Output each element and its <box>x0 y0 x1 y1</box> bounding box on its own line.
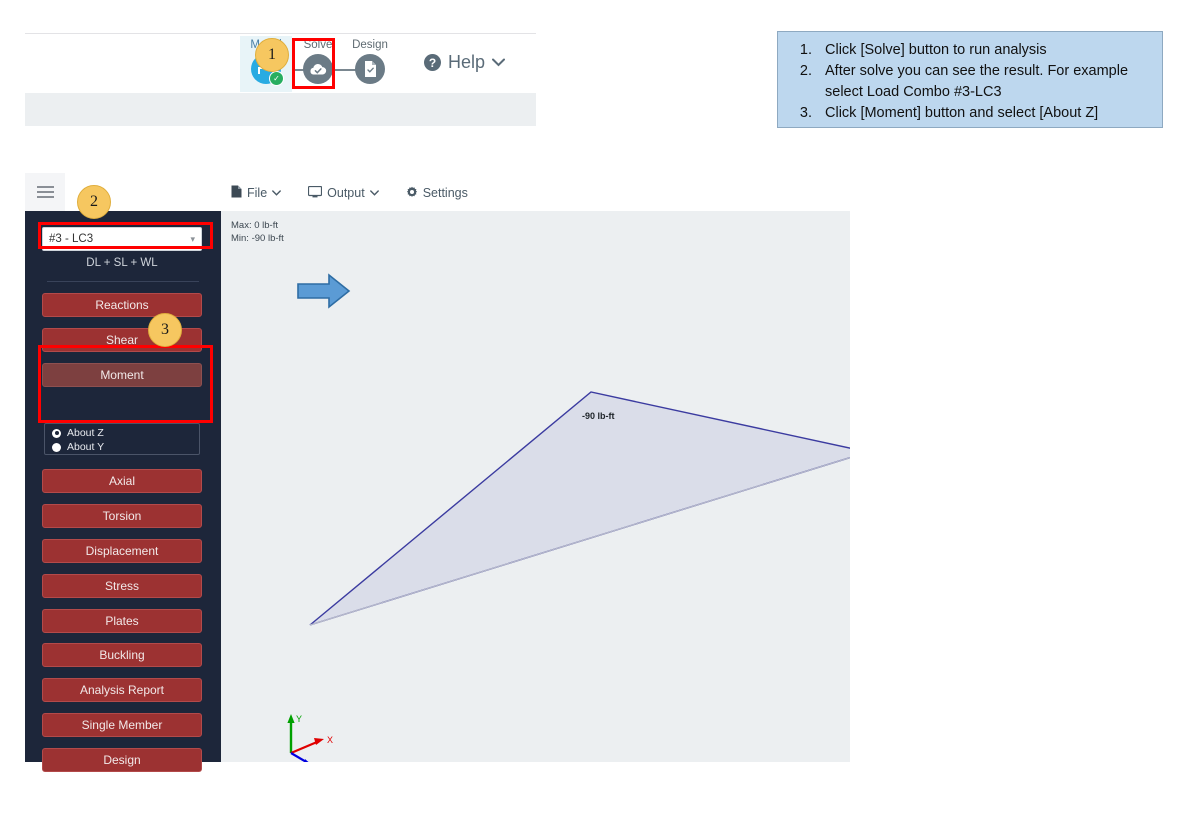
sidebar-btn-moment[interactable]: Moment <box>42 363 202 387</box>
svg-text:X: X <box>327 735 333 745</box>
radio-selected-icon <box>52 428 61 438</box>
sidebar-btn-single-member[interactable]: Single Member <box>42 713 202 737</box>
load-combo-select[interactable]: #3 - LC3 ▾ <box>42 227 202 251</box>
help-label: Help <box>448 52 486 72</box>
instructions-list: Click [Solve] button to run analysis Aft… <box>786 40 1152 124</box>
chevron-down-icon <box>369 190 379 196</box>
radio-unselected-icon <box>52 442 61 452</box>
sidebar-btn-buckling[interactable]: Buckling <box>42 643 202 667</box>
instructions-panel: Click [Solve] button to run analysis Aft… <box>777 31 1163 128</box>
wizard-step-solve[interactable]: Solve <box>292 36 344 84</box>
app-menubar: File Output Settings <box>231 185 468 201</box>
moment-option-about-y[interactable]: About Y <box>52 440 199 454</box>
menu-output-label: Output <box>327 186 365 200</box>
wizard-step-design-label: Design <box>352 39 388 51</box>
menu-settings[interactable]: Settings <box>406 186 468 201</box>
check-badge-icon: ✓ <box>269 71 284 86</box>
callout-3: 3 <box>148 313 182 347</box>
strip-divider <box>25 93 536 126</box>
monitor-icon <box>308 185 323 201</box>
svg-text:Z: Z <box>297 761 303 762</box>
instruction-item: Click [Moment] button and select [About … <box>816 103 1152 124</box>
instruction-item: After solve you can see the result. For … <box>816 61 1152 103</box>
moment-option-about-z-label: About Z <box>67 427 104 439</box>
menu-icon[interactable] <box>25 173 65 211</box>
sidebar-btn-stress[interactable]: Stress <box>42 574 202 598</box>
sidebar-btn-analysis-report[interactable]: Analysis Report <box>42 678 202 702</box>
results-sidebar: #3 - LC3 ▾ DL + SL + WL Reactions Shear … <box>25 211 221 772</box>
sidebar-btn-design[interactable]: Design <box>42 748 202 772</box>
callout-2: 2 <box>77 185 111 219</box>
sidebar-btn-displacement[interactable]: Displacement <box>42 539 202 563</box>
menu-output[interactable]: Output <box>308 185 379 201</box>
callout-1: 1 <box>255 38 289 72</box>
moment-diagram <box>309 391 850 626</box>
help-menu[interactable]: ? Help <box>424 52 506 73</box>
sidebar-btn-torsion[interactable]: Torsion <box>42 504 202 528</box>
file-icon <box>231 185 242 201</box>
sidebar-btn-reactions[interactable]: Reactions <box>42 293 202 317</box>
application-window: File Output Settings #3 - LC3 ▾ DL + SL … <box>25 173 850 772</box>
gear-icon <box>406 186 418 201</box>
sidebar-btn-axial[interactable]: Axial <box>42 469 202 493</box>
moment-axis-options: About Z About Y <box>44 423 200 455</box>
moment-diagram-area <box>309 391 850 626</box>
sidebar-divider <box>47 281 199 282</box>
load-combo-value: #3 - LC3 <box>49 233 94 245</box>
sidebar-btn-plates[interactable]: Plates <box>42 609 202 633</box>
screenshot-root: Model ✓ Solve <box>0 0 1186 822</box>
chevron-down-icon <box>492 58 506 67</box>
model-viewport[interactable]: Max: 0 lb-ft Min: -90 lb-ft -90 lb-ft Y … <box>221 211 850 762</box>
cloud-check-icon <box>303 54 333 84</box>
moment-option-about-y-label: About Y <box>67 441 105 453</box>
moment-peak-label: -90 lb-ft <box>582 411 615 421</box>
axis-triad-icon: Y X Z <box>287 714 333 762</box>
instruction-item: Click [Solve] button to run analysis <box>816 40 1152 61</box>
wizard-step-solve-label: Solve <box>303 39 333 51</box>
chevron-down-icon: ▾ <box>190 233 195 244</box>
moment-option-about-z[interactable]: About Z <box>52 426 199 440</box>
question-circle-icon: ? <box>424 54 441 71</box>
menu-file[interactable]: File <box>231 185 282 201</box>
svg-text:Y: Y <box>296 714 302 724</box>
wizard-step-design[interactable]: Design <box>344 36 396 84</box>
menu-file-label: File <box>247 186 268 200</box>
load-combo-subtitle: DL + SL + WL <box>86 257 158 269</box>
menu-settings-label: Settings <box>422 186 468 200</box>
chevron-down-icon <box>272 190 282 196</box>
document-check-icon <box>355 54 385 84</box>
app-header: File Output Settings <box>25 173 850 211</box>
